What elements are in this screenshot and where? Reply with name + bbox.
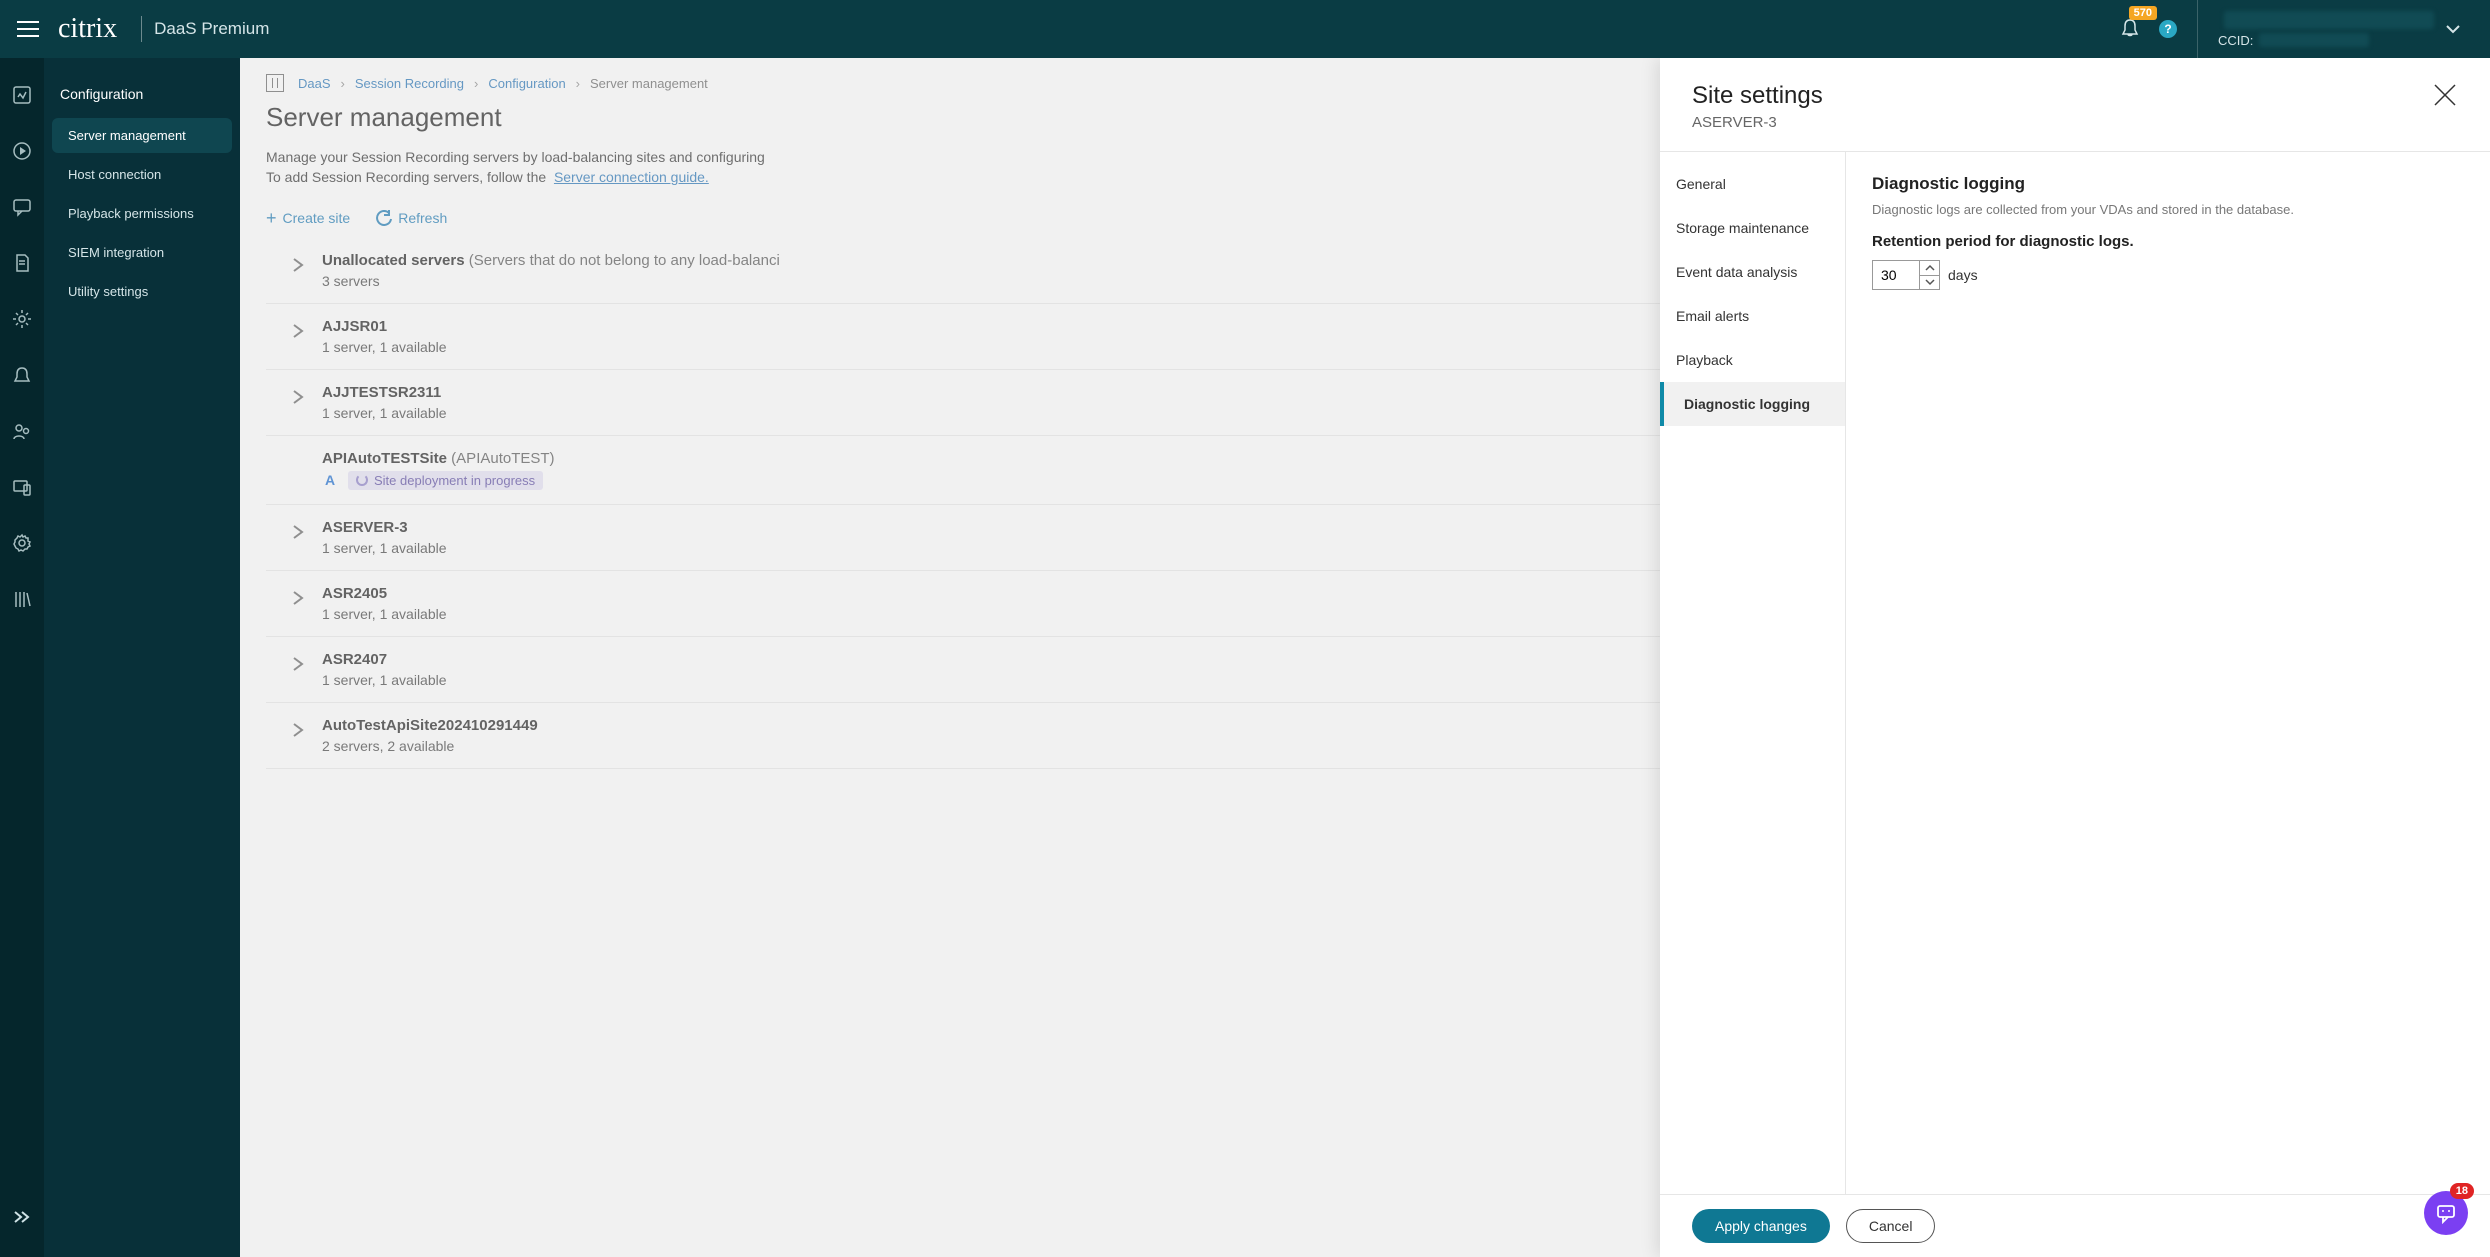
drawer-nav-item[interactable]: Email alerts bbox=[1660, 294, 1845, 338]
azure-icon: A bbox=[322, 472, 338, 488]
account-menu[interactable]: CCID: bbox=[2197, 0, 2480, 58]
content: DaaS › Session Recording › Configuration… bbox=[240, 58, 2490, 1257]
drawer-nav-item[interactable]: Playback bbox=[1660, 338, 1845, 382]
section-description: Diagnostic logs are collected from your … bbox=[1872, 202, 2464, 217]
chevron-right-icon bbox=[274, 450, 322, 454]
stepper-up-icon[interactable] bbox=[1920, 261, 1939, 276]
sidebar-item-host-connection[interactable]: Host connection bbox=[52, 157, 232, 192]
chevron-down-icon bbox=[2446, 22, 2460, 37]
drawer-nav-item[interactable]: Diagnostic logging bbox=[1660, 382, 1845, 426]
ccid-value-redacted bbox=[2259, 33, 2369, 47]
drawer-nav: GeneralStorage maintenanceEvent data ana… bbox=[1660, 152, 1846, 1194]
hamburger-icon[interactable] bbox=[10, 11, 46, 47]
server-connection-guide-link[interactable]: Server connection guide. bbox=[554, 169, 709, 185]
page-description: Manage your Session Recording servers by… bbox=[266, 147, 1166, 188]
sidebar-item-server-management[interactable]: Server management bbox=[52, 118, 232, 153]
sidebar-item-utility-settings[interactable]: Utility settings bbox=[52, 274, 232, 309]
drawer-nav-item[interactable]: Storage maintenance bbox=[1660, 206, 1845, 250]
drawer-subtitle: ASERVER-3 bbox=[1692, 114, 1823, 131]
chevron-right-icon: › bbox=[341, 76, 345, 91]
rail-config-icon[interactable] bbox=[11, 308, 33, 330]
rail-dashboard-icon[interactable] bbox=[11, 84, 33, 106]
account-name-redacted bbox=[2224, 11, 2434, 29]
field-label: Retention period for diagnostic logs. bbox=[1872, 233, 2464, 250]
close-icon[interactable] bbox=[2432, 82, 2458, 111]
divider bbox=[141, 16, 142, 42]
rail-play-icon[interactable] bbox=[11, 140, 33, 162]
citrix-logo: citrix bbox=[58, 13, 117, 45]
drawer-nav-item[interactable]: General bbox=[1660, 162, 1845, 206]
ccid-label: CCID: bbox=[2218, 33, 2253, 48]
create-site-label: Create site bbox=[283, 210, 351, 226]
stepper-down-icon[interactable] bbox=[1920, 276, 1939, 290]
drawer-nav-item[interactable]: Event data analysis bbox=[1660, 250, 1845, 294]
rail-device-icon[interactable] bbox=[11, 476, 33, 498]
chat-widget-button[interactable]: 18 bbox=[2424, 1191, 2468, 1235]
row-title-paren: (Servers that do not belong to any load-… bbox=[465, 252, 780, 269]
drawer-title: Site settings bbox=[1692, 82, 1823, 110]
help-icon[interactable]: ? bbox=[2159, 20, 2177, 38]
product-name: DaaS Premium bbox=[154, 19, 269, 39]
chevron-right-icon bbox=[274, 252, 322, 274]
chevron-right-icon bbox=[274, 519, 322, 541]
chevron-right-icon: › bbox=[576, 76, 580, 91]
refresh-button[interactable]: Refresh bbox=[376, 210, 447, 226]
chevron-right-icon: › bbox=[474, 76, 478, 91]
rail-document-icon[interactable] bbox=[11, 252, 33, 274]
cancel-button[interactable]: Cancel bbox=[1846, 1209, 1936, 1243]
icon-rail bbox=[0, 58, 44, 1257]
crumb-current: Server management bbox=[590, 76, 708, 91]
sidebar-title: Configuration bbox=[44, 78, 240, 116]
chevron-right-icon bbox=[274, 384, 322, 406]
rail-library-icon[interactable] bbox=[11, 588, 33, 610]
rail-expand-icon[interactable] bbox=[0, 1197, 44, 1237]
site-settings-drawer: Site settings ASERVER-3 GeneralStorage m… bbox=[1660, 58, 2490, 1257]
section-title: Diagnostic logging bbox=[1872, 174, 2464, 194]
chevron-right-icon bbox=[274, 318, 322, 340]
chevron-right-icon bbox=[274, 717, 322, 739]
panel-toggle-icon[interactable] bbox=[266, 74, 284, 92]
chat-badge: 18 bbox=[2450, 1183, 2474, 1199]
create-site-button[interactable]: + Create site bbox=[266, 210, 350, 226]
rail-users-icon[interactable] bbox=[11, 420, 33, 442]
topbar: citrix DaaS Premium 570 ? CCID: bbox=[0, 0, 2490, 58]
chevron-right-icon bbox=[274, 585, 322, 607]
rail-alert-icon[interactable] bbox=[11, 364, 33, 386]
crumb-configuration[interactable]: Configuration bbox=[488, 76, 565, 91]
rail-chat-icon[interactable] bbox=[11, 196, 33, 218]
crumb-session-recording[interactable]: Session Recording bbox=[355, 76, 464, 91]
apply-changes-button[interactable]: Apply changes bbox=[1692, 1209, 1830, 1243]
refresh-label: Refresh bbox=[398, 210, 447, 226]
retention-days-value[interactable] bbox=[1873, 261, 1919, 289]
notifications-button[interactable]: 570 bbox=[2121, 18, 2139, 41]
rail-settings-icon[interactable] bbox=[11, 532, 33, 554]
crumb-daas[interactable]: DaaS bbox=[298, 76, 331, 91]
sidebar-item-siem-integration[interactable]: SIEM integration bbox=[52, 235, 232, 270]
chevron-right-icon bbox=[274, 651, 322, 673]
deploy-status-badge: Site deployment in progress bbox=[348, 471, 543, 490]
unit-label: days bbox=[1948, 267, 1978, 283]
sidebar-item-playback-permissions[interactable]: Playback permissions bbox=[52, 196, 232, 231]
spinner-icon bbox=[356, 474, 368, 486]
plus-icon: + bbox=[266, 211, 277, 225]
desc-text-2: To add Session Recording servers, follow… bbox=[266, 169, 546, 185]
notif-badge: 570 bbox=[2129, 6, 2157, 20]
deploy-status-text: Site deployment in progress bbox=[374, 473, 535, 488]
desc-text-1: Manage your Session Recording servers by… bbox=[266, 149, 765, 165]
sidebar: Configuration Server management Host con… bbox=[44, 58, 240, 1257]
retention-days-input[interactable] bbox=[1872, 260, 1940, 290]
main: Configuration Server management Host con… bbox=[0, 58, 2490, 1257]
row-title-paren: (APIAutoTEST) bbox=[447, 450, 555, 467]
